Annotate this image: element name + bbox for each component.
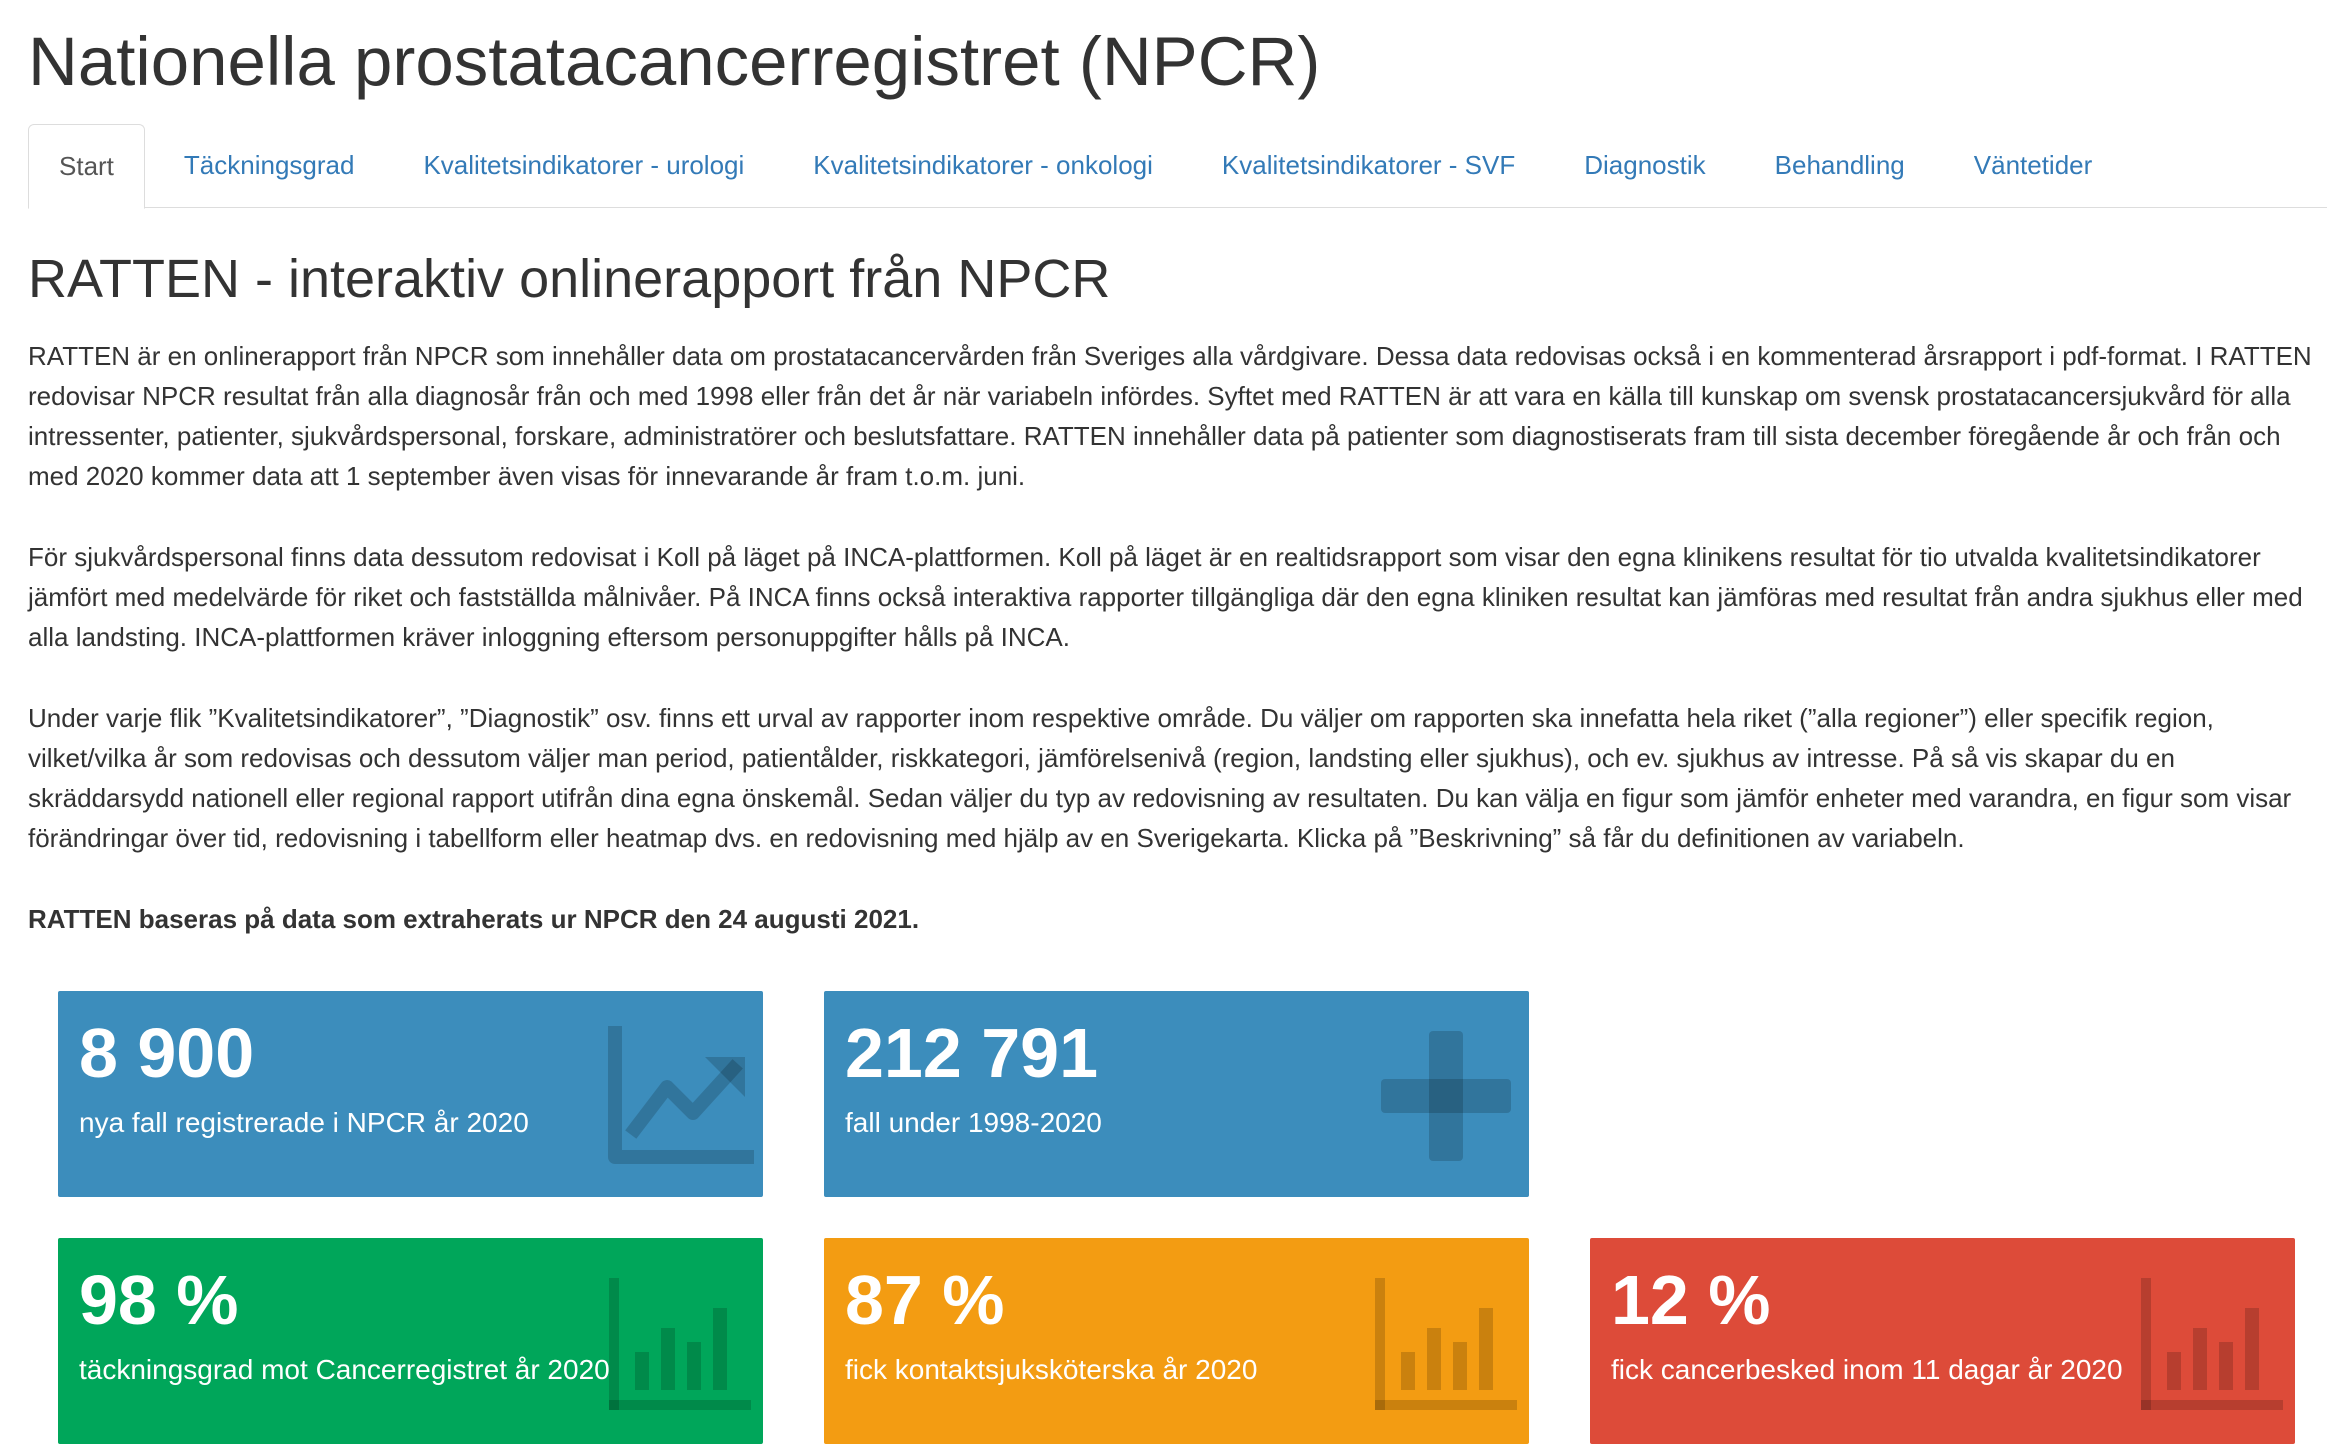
value-box-coverage: 98 % täckningsgrad mot Cancerregistret å…	[58, 1238, 763, 1444]
tab-behandling[interactable]: Behandling	[1745, 124, 1935, 207]
value-box-total-cases: 212 791 fall under 1998-2020	[824, 991, 1529, 1197]
value-box-label: fick kontaktsjuksköterska år 2020	[845, 1354, 1258, 1385]
bar-chart-icon	[609, 1278, 751, 1410]
tab-start[interactable]: Start	[28, 124, 145, 209]
value-box-label: fick cancerbesked inom 11 dagar år 2020	[1611, 1354, 2123, 1385]
inca-paragraph: För sjukvårdspersonal finns data dessuto…	[28, 542, 2303, 652]
value-box-value: 8 900	[79, 1014, 255, 1092]
tab-tackningsgrad[interactable]: Täckningsgrad	[154, 124, 385, 207]
intro-paragraph: RATTEN är en onlinerapport från NPCR som…	[28, 341, 2312, 491]
value-box-contact-nurse: 87 % fick kontaktsjuksköterska år 2020	[824, 1238, 1529, 1444]
page: Nationella prostatacancerregistret (NPCR…	[0, 0, 2327, 1455]
app-title: Nationella prostatacancerregistret (NPCR…	[28, 23, 1321, 100]
value-box-label: täckningsgrad mot Cancerregistret år 202…	[79, 1354, 610, 1385]
bar-chart-icon	[2141, 1278, 2283, 1410]
tab-bar: Start Täckningsgrad Kvalitetsindikatorer…	[28, 124, 2327, 209]
tab-kvalitetsindikatorer-svf[interactable]: Kvalitetsindikatorer - SVF	[1192, 124, 1545, 207]
tab-diagnostik[interactable]: Diagnostik	[1554, 124, 1735, 207]
page-title: RATTEN - interaktiv onlinerapport från N…	[28, 249, 1111, 309]
value-box-value: 87 %	[845, 1261, 1005, 1339]
value-box-diagnosis-11-days: 12 % fick cancerbesked inom 11 dagar år …	[1590, 1238, 2295, 1444]
tab-vantetider[interactable]: Väntetider	[1944, 124, 2123, 207]
bar-chart-icon	[1375, 1278, 1517, 1410]
plus-icon	[1381, 1031, 1511, 1161]
tab-kvalitetsindikatorer-onkologi[interactable]: Kvalitetsindikatorer - onkologi	[783, 124, 1183, 207]
line-chart-icon	[608, 1026, 754, 1164]
value-box-value: 98 %	[79, 1261, 239, 1339]
tab-kvalitetsindikatorer-urologi[interactable]: Kvalitetsindikatorer - urologi	[393, 124, 774, 207]
value-box-value: 212 791	[845, 1014, 1099, 1092]
data-extract-note: RATTEN baseras på data som extraherats u…	[28, 904, 920, 934]
value-box-value: 12 %	[1611, 1261, 1771, 1339]
value-box-label: fall under 1998-2020	[845, 1107, 1102, 1138]
value-box-new-cases: 8 900 nya fall registrerade i NPCR år 20…	[58, 991, 763, 1197]
tabs-help-paragraph: Under varje flik ”Kvalitetsindikatorer”,…	[28, 703, 2292, 853]
value-box-label: nya fall registrerade i NPCR år 2020	[79, 1107, 529, 1138]
